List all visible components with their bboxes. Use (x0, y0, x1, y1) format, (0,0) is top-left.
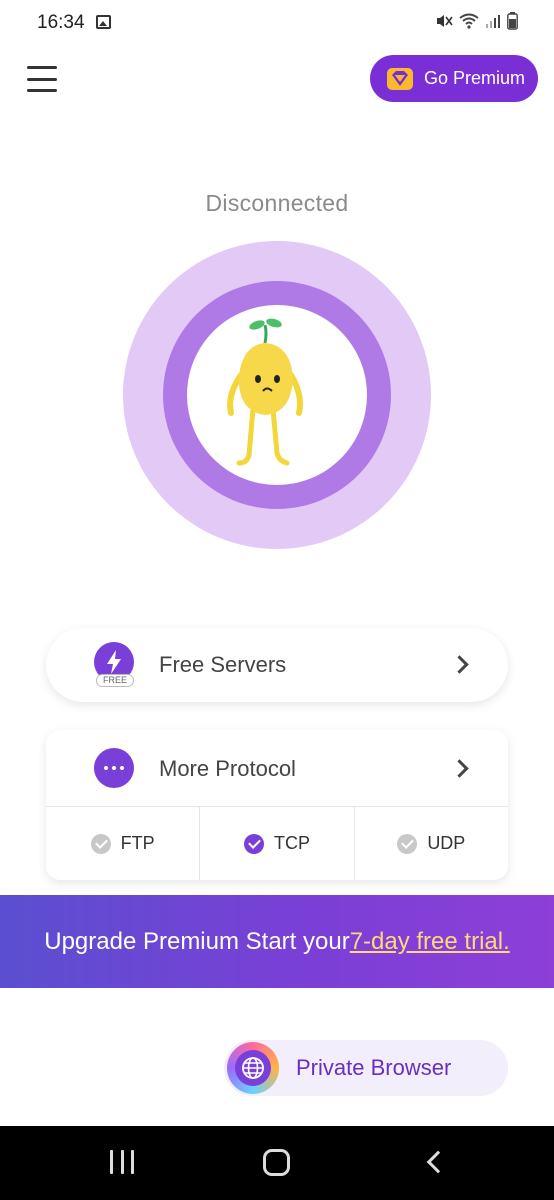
signal-icon (486, 15, 500, 28)
recents-icon[interactable] (110, 1150, 134, 1176)
chevron-right-icon (450, 655, 469, 674)
check-icon (90, 833, 111, 854)
protocol-option-tcp[interactable]: TCP (200, 807, 355, 880)
check-icon (397, 833, 418, 854)
sad-mascot-icon (227, 318, 303, 466)
protocol-option-ftp[interactable]: FTP (46, 807, 201, 880)
home-icon[interactable] (263, 1149, 290, 1176)
back-icon[interactable] (426, 1150, 450, 1174)
free-badge: FREE (96, 674, 134, 687)
private-browser-label: Private Browser (296, 1055, 452, 1080)
more-protocol-button[interactable]: More Protocol (46, 730, 508, 806)
status-icons (435, 12, 518, 30)
protocol-label: UDP (427, 833, 466, 853)
globe-icon (227, 1042, 279, 1094)
protocol-option-udp[interactable]: UDP (355, 807, 508, 880)
protocol-label: FTP (120, 833, 155, 853)
battery-icon (507, 12, 518, 30)
hamburger-menu-icon[interactable] (27, 66, 57, 92)
free-servers-button[interactable]: FREE Free Servers (46, 628, 508, 702)
image-icon (96, 15, 111, 29)
protocol-label: TCP (273, 833, 310, 853)
system-nav-bar (0, 1126, 554, 1200)
protocol-card: More Protocol FTP TCP UDP (46, 730, 508, 880)
connection-status: Disconnected (205, 190, 349, 216)
mute-icon (437, 15, 453, 27)
chevron-right-icon (450, 759, 469, 778)
protocol-options: FTP TCP UDP (46, 806, 508, 880)
more-protocol-label: More Protocol (159, 756, 296, 781)
go-premium-label: Go Premium (424, 68, 526, 88)
banner-text: Upgrade Premium Start your (44, 927, 350, 955)
status-time: 16:34 (37, 12, 85, 33)
private-browser-button[interactable]: Private Browser (224, 1040, 508, 1096)
connect-inner-circle (187, 305, 367, 485)
wifi-icon (459, 13, 479, 29)
free-trial-link[interactable]: 7-day free trial. (350, 928, 510, 956)
free-servers-label: Free Servers (159, 652, 287, 677)
more-dots-icon (94, 748, 134, 788)
diamond-icon (387, 67, 413, 90)
connect-ring (163, 281, 391, 509)
connect-button[interactable] (123, 241, 431, 549)
go-premium-button[interactable]: Go Premium (370, 55, 538, 102)
check-icon (243, 833, 264, 854)
status-bar: 16:34 (0, 0, 554, 46)
upgrade-banner[interactable]: Upgrade Premium Start your 7-day free tr… (0, 895, 554, 988)
